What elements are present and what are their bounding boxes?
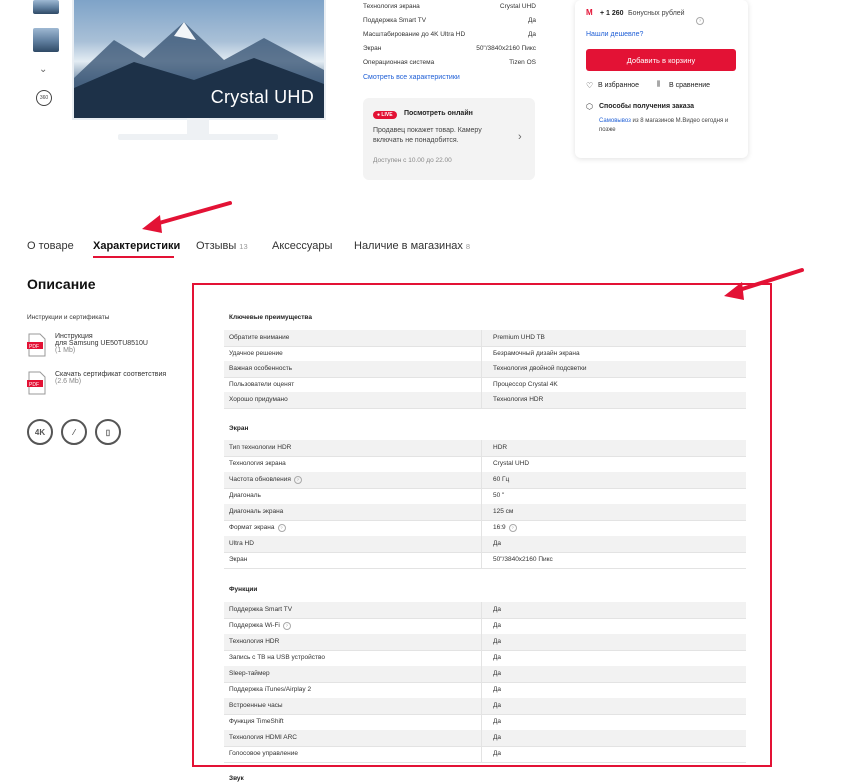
spec-row: Частота обновления? 60 Гц — [224, 472, 746, 489]
document-link[interactable]: PDF Инструкция для Samsung UE50TU8510U (… — [27, 333, 148, 357]
spec-row: Технология HDMI ARC Да — [224, 730, 746, 747]
spec-row: Диагональ 50 " — [224, 488, 746, 505]
svg-text:PDF: PDF — [29, 344, 39, 350]
bonus-text: Бонусных рублей — [628, 10, 685, 17]
buy-panel: M + 1 260 Бонусных рублей ? Нашли дешевл… — [575, 0, 748, 158]
live-description: Продавец покажет товар. Камеру включать … — [373, 127, 482, 144]
delivery-title: Способы получения заказа — [599, 103, 695, 110]
tab-reviews[interactable]: Отзывы 13 — [196, 240, 248, 252]
box-icon: ⬡ — [586, 102, 593, 111]
live-hours: Доступен с 10.00 до 22.00 — [373, 157, 452, 164]
spec-group-title: Экран — [229, 425, 249, 432]
info-icon[interactable]: ? — [293, 475, 302, 484]
spec-row: Важная особенность Технология двойной под… — [224, 361, 746, 378]
spec-row: Обратите внимание Premium UHD TB — [224, 330, 746, 347]
spec-row: Поддержка Wi-Fi? Да — [224, 618, 746, 635]
spec-row: Поддержка iTunes/Airplay 2 Да — [224, 682, 746, 699]
spec-row: Функция TimeShift Да — [224, 714, 746, 731]
spec-row: Запись с ТВ на USB устройство Да — [224, 650, 746, 667]
pickup-info: Самовывоз из 8 магазинов М.Видео сегодня… — [599, 118, 729, 133]
chevron-down-icon[interactable]: ⌄ — [39, 64, 47, 75]
info-icon[interactable]: ? — [696, 9, 704, 27]
compare-icon[interactable]: ⫼ — [657, 81, 660, 89]
live-badge: ● LIVE — [373, 111, 397, 119]
info-icon[interactable]: ? — [277, 523, 286, 532]
slim-design-icon: ⁄ — [61, 419, 87, 445]
spec-row: Поддержка Smart TV Да — [224, 602, 746, 619]
compare-button[interactable]: В сравнение — [669, 82, 710, 89]
spec-row: Технология экрана Crystal UHD — [224, 456, 746, 473]
spec-row: Встроенные часы Да — [224, 698, 746, 715]
info-icon[interactable]: ? — [508, 523, 517, 532]
bonus-icon: M — [586, 8, 593, 17]
docs-title: Инструкции и сертификаты — [27, 314, 110, 321]
bonus-amount: + 1 260 — [600, 10, 624, 17]
tab-availability[interactable]: Наличие в магазинах 8 — [354, 240, 470, 252]
pickup-link[interactable]: Самовывоз — [599, 118, 631, 124]
summary-row: Поддержка Smart TV Да — [363, 17, 536, 24]
tab-about[interactable]: О товаре — [27, 240, 74, 252]
active-tab-indicator — [93, 256, 174, 258]
pdf-icon: PDF — [27, 371, 46, 395]
spec-group-title: Функции — [229, 586, 258, 593]
spec-row: Технология HDR Да — [224, 634, 746, 651]
info-icon[interactable]: ? — [282, 621, 291, 630]
spec-row: Голосовое управление Да — [224, 746, 746, 763]
spec-group-title: Ключевые преимущества — [229, 314, 312, 321]
page-title: Описание — [27, 276, 96, 292]
spec-row: Ultra HD Да — [224, 536, 746, 553]
live-view-card[interactable]: ● LIVE Посмотреть онлайн Продавец покаже… — [363, 98, 535, 180]
spec-row: Хорошо придумано Технология HDR — [224, 392, 746, 409]
all-specs-link[interactable]: Смотреть все характеристики — [363, 74, 460, 81]
spec-row: Sleep-таймер Да — [224, 666, 746, 683]
wishlist-button[interactable]: В избранное — [598, 82, 639, 89]
4k-badge-icon: 4K — [27, 419, 53, 445]
spec-row: Экран 50"/3840x2160 Пикс — [224, 552, 746, 569]
found-cheaper-link[interactable]: Нашли дешевле? — [586, 31, 643, 38]
summary-row: Технология экрана Crystal UHD — [363, 3, 536, 10]
add-to-cart-button[interactable]: Добавить в корзину — [586, 49, 736, 71]
remote-control-icon: ▯ — [95, 419, 121, 445]
summary-row: Экран 50"/3840x2160 Пикс — [363, 45, 536, 52]
annotation-arrow — [142, 201, 232, 233]
spec-row: Тип технологии HDR HDR — [224, 440, 746, 457]
pdf-icon: PDF — [27, 333, 46, 357]
chevron-right-icon[interactable]: › — [518, 131, 522, 143]
svg-text:PDF: PDF — [29, 382, 39, 388]
tv-stand-base — [118, 134, 278, 140]
heart-icon[interactable]: ♡ — [586, 81, 593, 90]
crystal-uhd-logo: Crystal UHD — [210, 87, 314, 107]
summary-row: Масштабирование до 4K Ultra HD Да — [363, 31, 536, 38]
360-view-icon[interactable]: 360 — [36, 90, 52, 106]
live-title: Посмотреть онлайн — [404, 110, 473, 117]
product-thumbnail[interactable] — [33, 28, 59, 52]
spec-row: Формат экрана? 16:9? — [224, 520, 746, 537]
summary-row: Операционная система Tizen OS — [363, 59, 536, 66]
tab-specs[interactable]: Характеристики — [93, 240, 180, 252]
feature-badges: 4K ⁄ ▯ — [27, 419, 121, 445]
tab-accessories[interactable]: Аксессуары — [272, 240, 332, 252]
spec-row: Диагональ экрана 125 см — [224, 504, 746, 521]
document-link[interactable]: PDF Скачать сертификат соответствия (2.6… — [27, 371, 166, 395]
product-image[interactable]: Crystal UHD — [72, 0, 326, 120]
product-thumbnail[interactable] — [33, 0, 59, 14]
